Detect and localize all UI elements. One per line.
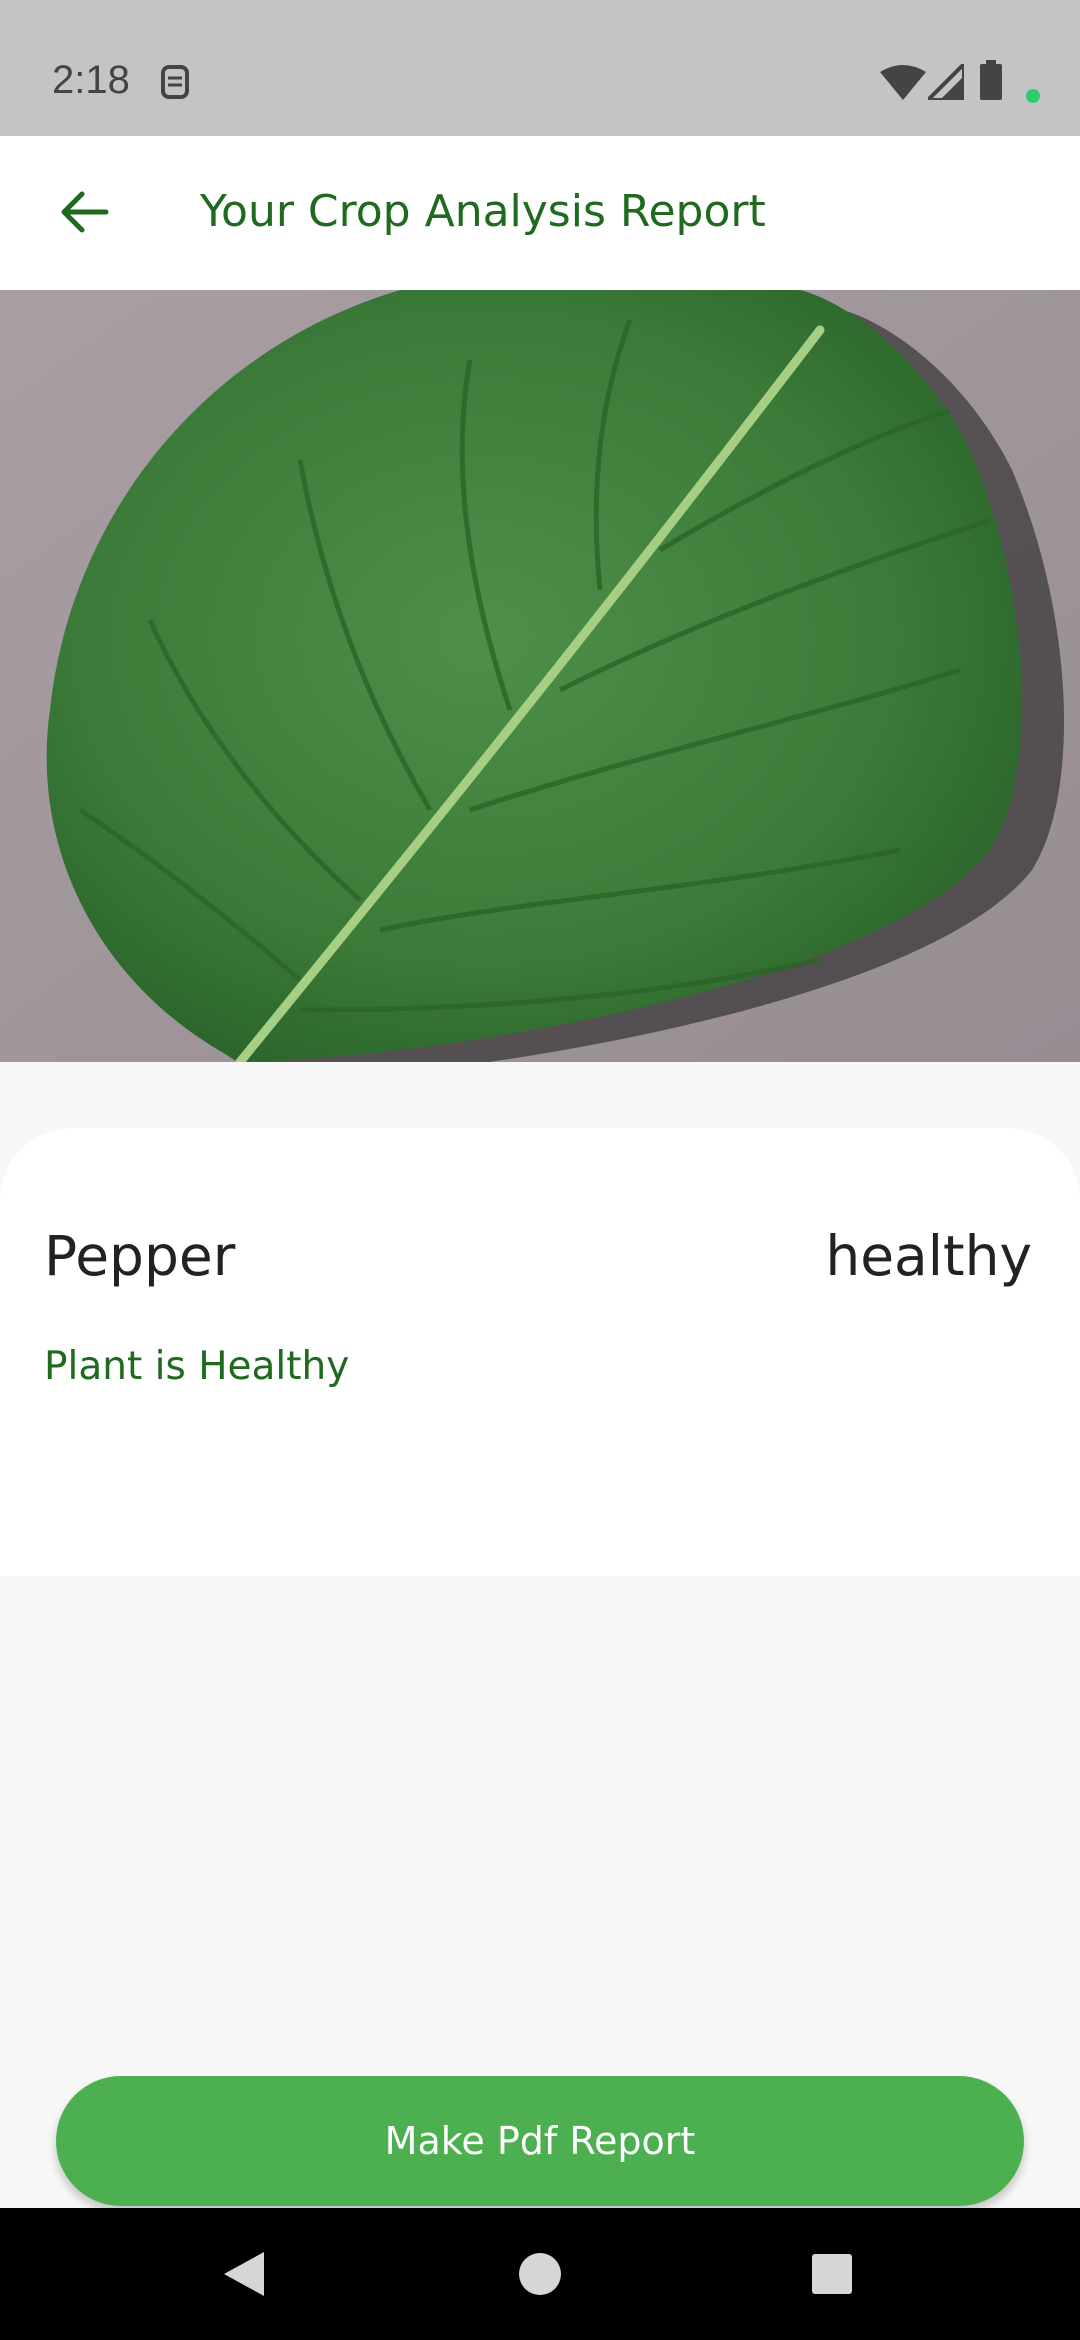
back-button[interactable] bbox=[38, 166, 130, 258]
nav-back-button[interactable] bbox=[174, 2208, 314, 2340]
crop-name: Pepper bbox=[44, 1224, 236, 1288]
app-bar: Your Crop Analysis Report bbox=[0, 136, 1080, 290]
health-status: healthy bbox=[825, 1224, 1032, 1288]
wifi-icon bbox=[880, 65, 926, 100]
arrow-left-icon bbox=[61, 191, 109, 233]
system-nav-bar bbox=[0, 2208, 1080, 2340]
leaf-photo bbox=[0, 290, 1080, 1062]
make-pdf-report-button[interactable]: Make Pdf Report bbox=[56, 2076, 1024, 2206]
analysis-result-card: Pepper healthy Plant is Healthy bbox=[0, 1128, 1080, 1576]
nav-recents-button[interactable] bbox=[762, 2208, 902, 2340]
battery-icon bbox=[980, 60, 1002, 100]
diagnosis-message: Plant is Healthy bbox=[44, 1344, 350, 1389]
status-bar: 2:18 bbox=[0, 0, 1080, 136]
notification-dot-icon bbox=[1026, 89, 1040, 103]
signal-icon bbox=[928, 64, 964, 100]
home-circle-icon bbox=[519, 2253, 561, 2295]
status-time: 2:18 bbox=[52, 58, 130, 102]
nav-home-button[interactable] bbox=[470, 2208, 610, 2340]
back-triangle-icon bbox=[224, 2252, 264, 2296]
recents-square-icon bbox=[812, 2254, 852, 2294]
page-title: Your Crop Analysis Report bbox=[200, 186, 766, 237]
sim-icon bbox=[161, 65, 189, 99]
